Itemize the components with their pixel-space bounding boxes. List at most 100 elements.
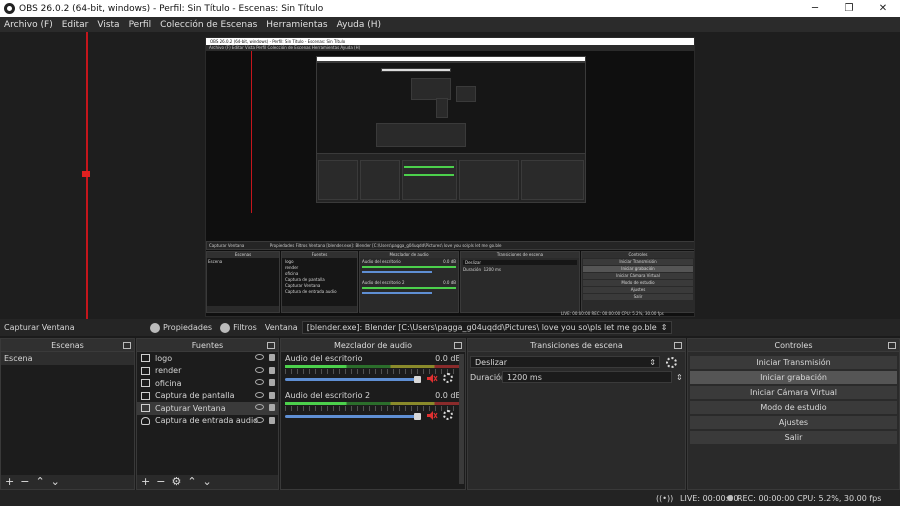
menu-coleccion-escenas[interactable]: Colección de Escenas bbox=[160, 20, 257, 30]
nested-dock-4 bbox=[436, 98, 448, 118]
undock-icon[interactable] bbox=[674, 342, 682, 349]
source-properties-button[interactable]: ⚙ bbox=[171, 476, 181, 487]
obs-logo-icon bbox=[4, 3, 15, 14]
menu-ayuda[interactable]: Ayuda (H) bbox=[337, 20, 381, 30]
menu-perfil[interactable]: Perfil bbox=[129, 20, 152, 30]
move-source-down-button[interactable]: ⌄ bbox=[203, 476, 212, 487]
preview-area[interactable]: OBS 26.0.2 (64-bit, windows) - Perfil: S… bbox=[0, 32, 900, 319]
eye-icon[interactable] bbox=[255, 416, 264, 423]
lock-icon[interactable] bbox=[269, 354, 275, 361]
maximize-button[interactable]: ❐ bbox=[832, 0, 866, 17]
volume-slider-handle[interactable] bbox=[414, 376, 421, 383]
source-item-captura-pantalla[interactable]: Captura de pantalla bbox=[137, 390, 278, 403]
mixer-channel-db: 0.0 dB bbox=[435, 354, 461, 363]
scene-item[interactable]: Escena bbox=[1, 352, 134, 365]
nested-scenes-2 bbox=[318, 160, 358, 200]
volume-slider[interactable] bbox=[285, 378, 418, 381]
sources-list: logo render oficina Captura de pantalla … bbox=[137, 352, 278, 475]
lock-icon[interactable] bbox=[269, 366, 275, 374]
nested-mixer-ch1-label: Audio del escritorio bbox=[362, 259, 401, 264]
menu-bar: Archivo (F) Editar Vista Perfil Colecció… bbox=[0, 17, 900, 32]
cpu-fps: CPU: 5.2%, 30.00 fps bbox=[797, 494, 882, 503]
minimize-button[interactable]: ─ bbox=[798, 0, 832, 17]
speaker-muted-icon[interactable] bbox=[427, 411, 438, 420]
remove-scene-button[interactable]: − bbox=[20, 476, 29, 487]
lock-icon[interactable] bbox=[269, 379, 275, 386]
resize-handle[interactable] bbox=[82, 171, 90, 177]
lock-icon[interactable] bbox=[269, 416, 275, 424]
source-item-oficina[interactable]: oficina bbox=[137, 377, 278, 390]
add-source-button[interactable]: + bbox=[141, 476, 150, 487]
transition-row: Deslizar ⇕ bbox=[470, 356, 684, 368]
transitions-header-label: Transiciones de escena bbox=[530, 341, 623, 350]
undock-icon[interactable] bbox=[454, 342, 462, 349]
undock-icon[interactable] bbox=[267, 342, 275, 349]
sources-header-label: Fuentes bbox=[191, 341, 224, 350]
nested-slider bbox=[362, 271, 432, 273]
filters-button[interactable]: Filtros bbox=[220, 322, 257, 333]
remove-source-button[interactable]: − bbox=[156, 476, 165, 487]
eye-icon[interactable] bbox=[255, 379, 264, 385]
gear-icon[interactable] bbox=[443, 410, 453, 420]
nested-control-button: Ajustes bbox=[583, 287, 693, 293]
rec-timer: REC: 00:00:00 bbox=[737, 494, 795, 503]
controls-header: Controles bbox=[688, 339, 899, 352]
gear-icon[interactable] bbox=[666, 356, 677, 368]
duration-input[interactable]: 1200 ms bbox=[502, 371, 672, 383]
window-select[interactable]: [blender.exe]: Blender [C:\Users\pagga_g… bbox=[301, 321, 673, 334]
exit-button[interactable]: Salir bbox=[690, 431, 897, 444]
source-item-logo[interactable]: logo bbox=[137, 352, 278, 365]
sources-header: Fuentes bbox=[137, 339, 278, 352]
undock-icon[interactable] bbox=[888, 342, 896, 349]
lock-icon[interactable] bbox=[269, 391, 275, 399]
start-virtual-camera-button[interactable]: Iniciar Cámara Virtual bbox=[690, 386, 897, 399]
lock-icon[interactable] bbox=[269, 404, 275, 411]
speaker-muted-icon[interactable] bbox=[427, 374, 438, 383]
eye-icon[interactable] bbox=[255, 404, 264, 410]
preview-canvas[interactable]: OBS 26.0.2 (64-bit, windows) - Perfil: S… bbox=[205, 37, 695, 317]
menu-archivo[interactable]: Archivo (F) bbox=[4, 20, 53, 30]
transition-select[interactable]: Deslizar ⇕ bbox=[470, 356, 660, 368]
gear-icon[interactable] bbox=[443, 373, 453, 383]
menu-vista[interactable]: Vista bbox=[97, 20, 119, 30]
nested-duration-label: Duración bbox=[463, 267, 482, 272]
volume-slider-handle[interactable] bbox=[414, 413, 421, 420]
record-dot-icon bbox=[727, 495, 733, 501]
scenes-header-label: Escenas bbox=[51, 341, 84, 350]
eye-icon[interactable] bbox=[255, 366, 264, 373]
eye-icon[interactable] bbox=[255, 354, 264, 360]
spinner-icon[interactable]: ⇕ bbox=[676, 373, 683, 382]
menu-herramientas[interactable]: Herramientas bbox=[266, 20, 327, 30]
controls-dock: Controles Iniciar Transmisión Iniciar gr… bbox=[687, 338, 900, 490]
nested-meter bbox=[362, 266, 456, 268]
nested-controls: Controles Iniciar Transmisión Iniciar gr… bbox=[581, 251, 694, 313]
move-scene-up-button[interactable]: ⌃ bbox=[35, 476, 44, 487]
mixer-scrollbar[interactable] bbox=[459, 354, 464, 484]
volume-slider[interactable] bbox=[285, 415, 418, 418]
studio-mode-button[interactable]: Modo de estudio bbox=[690, 401, 897, 414]
properties-label: Propiedades bbox=[163, 323, 213, 332]
nested-transitions: Transiciones de escena Deslizar Duración… bbox=[460, 251, 580, 313]
eye-icon[interactable] bbox=[255, 391, 264, 398]
source-item-capturar-ventana[interactable]: Capturar Ventana bbox=[137, 402, 278, 415]
nested-meter bbox=[362, 287, 456, 289]
nested-mixer: Mezclador de audio Audio del escritorio 0… bbox=[359, 251, 459, 313]
close-button[interactable]: ✕ bbox=[866, 0, 900, 17]
settings-button[interactable]: Ajustes bbox=[690, 416, 897, 429]
start-recording-button[interactable]: Iniciar grabación bbox=[690, 371, 897, 384]
source-item-label: logo bbox=[155, 353, 173, 363]
undock-icon[interactable] bbox=[123, 342, 131, 349]
move-source-up-button[interactable]: ⌃ bbox=[187, 476, 196, 487]
move-scene-down-button[interactable]: ⌄ bbox=[51, 476, 60, 487]
source-item-render[interactable]: render bbox=[137, 365, 278, 378]
selected-source-name: Capturar Ventana bbox=[4, 323, 75, 332]
nested-duration-value: 1200 ms bbox=[483, 267, 501, 272]
menu-editar[interactable]: Editar bbox=[62, 20, 89, 30]
start-streaming-button[interactable]: Iniciar Transmisión bbox=[690, 356, 897, 369]
source-item-captura-audio[interactable]: Captura de entrada audio bbox=[137, 415, 278, 428]
source-item-label: Capturar Ventana bbox=[155, 403, 226, 413]
nested-meter-2b bbox=[404, 174, 454, 176]
add-scene-button[interactable]: + bbox=[5, 476, 14, 487]
nested-title: OBS 26.0.2 (64-bit, windows) - Perfil: S… bbox=[206, 38, 694, 45]
properties-button[interactable]: Propiedades bbox=[150, 322, 213, 333]
